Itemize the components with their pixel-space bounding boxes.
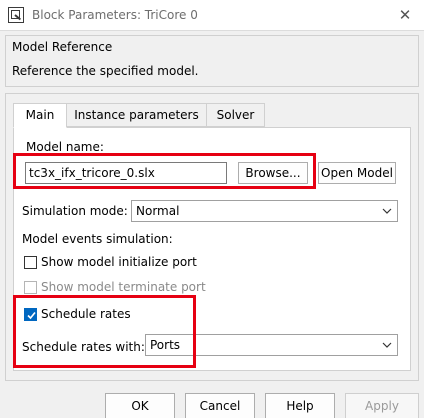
show-term-port-label: Show model terminate port [41, 280, 206, 294]
tab-instance-parameters[interactable]: Instance parameters [67, 103, 207, 127]
chevron-down-icon [382, 208, 392, 214]
simulation-mode-select[interactable]: Normal [131, 200, 398, 222]
show-init-port-checkbox[interactable] [24, 256, 37, 269]
model-events-label: Model events simulation: [22, 232, 173, 246]
close-button[interactable]: ✕ [392, 4, 418, 26]
title-bar: Block Parameters: TriCore 0 ✕ [0, 0, 424, 30]
highlight-box-schedule-rates [13, 295, 196, 368]
cancel-button[interactable]: Cancel [185, 393, 255, 418]
window-title: Block Parameters: TriCore 0 [32, 8, 198, 22]
model-name-label: Model name: [26, 140, 104, 154]
dialog-body: Model Reference Reference the specified … [0, 30, 424, 418]
tab-solver[interactable]: Solver [207, 103, 265, 127]
show-init-port-label: Show model initialize port [41, 255, 197, 269]
open-model-button[interactable]: Open Model [318, 162, 396, 184]
highlight-box-model-name [13, 153, 316, 189]
ok-button[interactable]: OK [105, 393, 175, 418]
apply-button: Apply [345, 393, 419, 418]
simulation-mode-label: Simulation mode: [22, 204, 128, 218]
show-term-port-checkbox [24, 281, 37, 294]
simulation-mode-value: Normal [136, 204, 180, 218]
tab-main[interactable]: Main [13, 103, 67, 128]
block-type-title: Model Reference [12, 40, 113, 54]
block-parameters-icon [8, 7, 24, 23]
help-button[interactable]: Help [265, 393, 335, 418]
chevron-down-icon [382, 342, 392, 348]
block-description: Reference the specified model. [12, 64, 199, 78]
block-description-group: Model Reference Reference the specified … [5, 35, 419, 87]
